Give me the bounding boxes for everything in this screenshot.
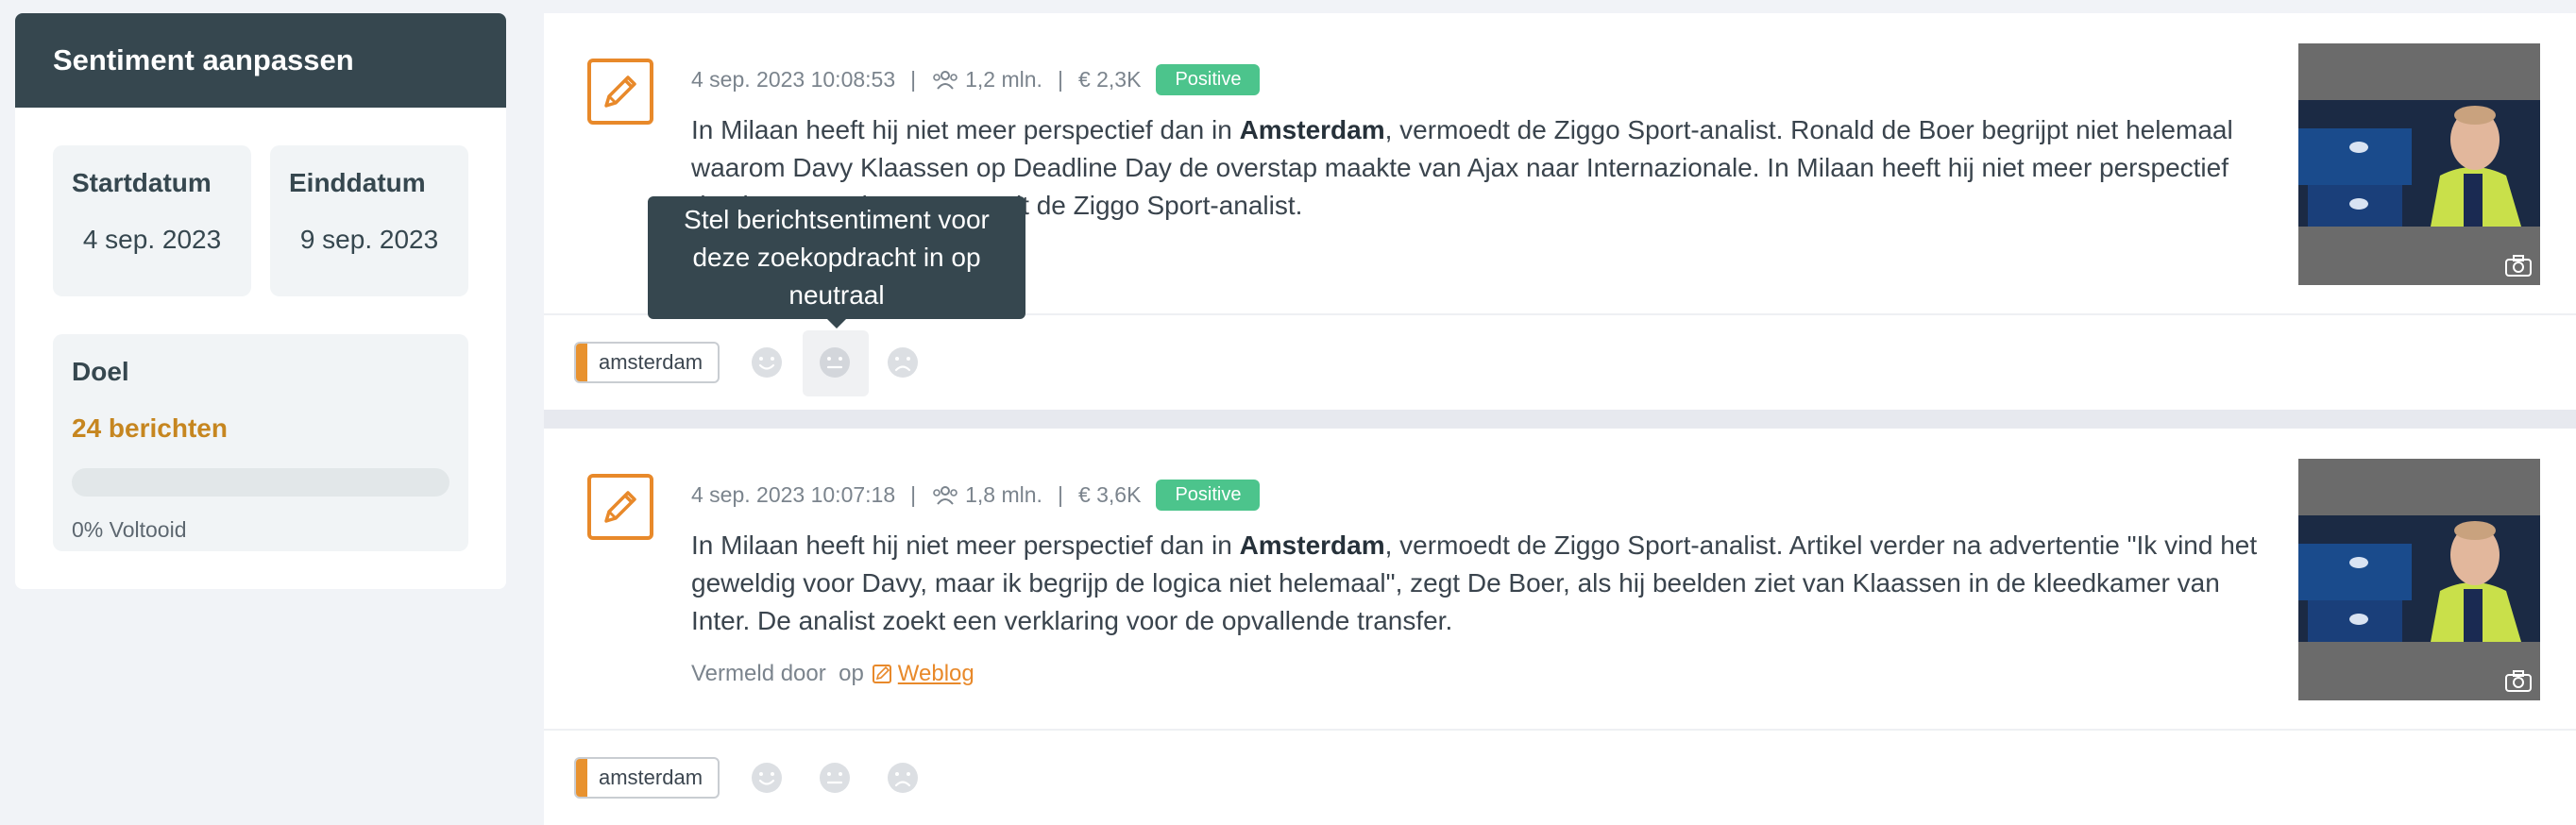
neutral-sentiment-icon[interactable]: [818, 761, 852, 795]
start-date-value: 4 sep. 2023: [82, 225, 222, 254]
start-date-card: Startdatum 4 sep. 2023: [53, 145, 251, 296]
value-stat: € 3,6K: [1077, 482, 1142, 507]
goal-card: Doel 24 berichten 0% Voltooid: [53, 334, 468, 551]
keyword-highlight: Amsterdam: [1239, 530, 1385, 560]
sentiment-panel: Sentiment aanpassen Startdatum 4 sep. 20…: [15, 13, 506, 589]
positive-sentiment-icon[interactable]: [750, 761, 784, 795]
source-link[interactable]: Weblog: [872, 661, 974, 687]
player-photo: [2298, 515, 2540, 642]
post-timestamp: 4 sep. 2023 10:07:18: [691, 482, 896, 507]
camera-icon: [2505, 670, 2532, 692]
end-date-label: Einddatum: [289, 168, 426, 197]
post-thumbnail[interactable]: [2298, 459, 2540, 700]
keyword-tag[interactable]: amsterdam: [574, 757, 720, 799]
mention-prefix: Vermeld door: [691, 661, 826, 686]
reach-value: 1,2 mln.: [965, 67, 1042, 92]
keyword-tag-label: amsterdam: [599, 350, 703, 374]
negative-sentiment-icon[interactable]: [886, 345, 920, 379]
post-meta: 4 sep. 2023 10:07:18 | 1,8 mln. | € 3,6K…: [691, 480, 1261, 511]
mention-line: Vermeld door op Weblog: [691, 661, 974, 687]
keyword-tag[interactable]: amsterdam: [574, 342, 720, 383]
goal-count: 24 berichten: [72, 413, 228, 443]
edit-icon[interactable]: [587, 474, 653, 540]
reach-value: 1,8 mln.: [965, 482, 1042, 507]
end-date-value: 9 sep. 2023: [299, 225, 439, 254]
neutral-sentiment-tooltip: Stel berichtsentiment voor deze zoekopdr…: [648, 196, 1025, 328]
post-meta: 4 sep. 2023 10:08:53 | 1,2 mln. | € 2,3K…: [691, 64, 1261, 95]
sentiment-badge: Positive: [1156, 64, 1261, 95]
reach-stat: 1,2 mln.: [931, 67, 1042, 93]
post-thumbnail[interactable]: [2298, 43, 2540, 285]
camera-icon: [2505, 255, 2532, 277]
post-feed: 4 sep. 2023 10:08:53 | 1,2 mln. | € 2,3K…: [544, 13, 2576, 825]
post-timestamp: 4 sep. 2023 10:08:53: [691, 67, 896, 92]
end-date-card: Einddatum 9 sep. 2023: [270, 145, 468, 296]
neutral-sentiment-icon[interactable]: [818, 345, 852, 379]
goal-percent: 0% Voltooid: [72, 517, 187, 542]
source-link-label: Weblog: [897, 661, 974, 686]
keyword-highlight: Amsterdam: [1239, 115, 1385, 144]
panel-title: Sentiment aanpassen: [15, 13, 506, 108]
keyword-tag-label: amsterdam: [599, 766, 703, 789]
edit-icon[interactable]: [587, 59, 653, 125]
positive-sentiment-icon[interactable]: [750, 345, 784, 379]
post-card: 4 sep. 2023 10:07:18 | 1,8 mln. | € 3,6K…: [544, 429, 2576, 825]
post-text: In Milaan heeft hij niet meer perspectie…: [691, 530, 2258, 635]
negative-sentiment-icon[interactable]: [886, 761, 920, 795]
users-icon: [933, 70, 958, 90]
edit-small-icon: [872, 665, 891, 683]
users-icon: [933, 485, 958, 505]
goal-label: Doel: [72, 357, 129, 386]
value-stat: € 2,3K: [1077, 67, 1142, 92]
start-date-label: Startdatum: [72, 168, 212, 197]
goal-progress-bar: [72, 468, 449, 497]
reach-stat: 1,8 mln.: [931, 482, 1042, 508]
mention-on: op: [839, 661, 864, 686]
sentiment-badge: Positive: [1156, 480, 1261, 511]
player-photo: [2298, 100, 2540, 227]
